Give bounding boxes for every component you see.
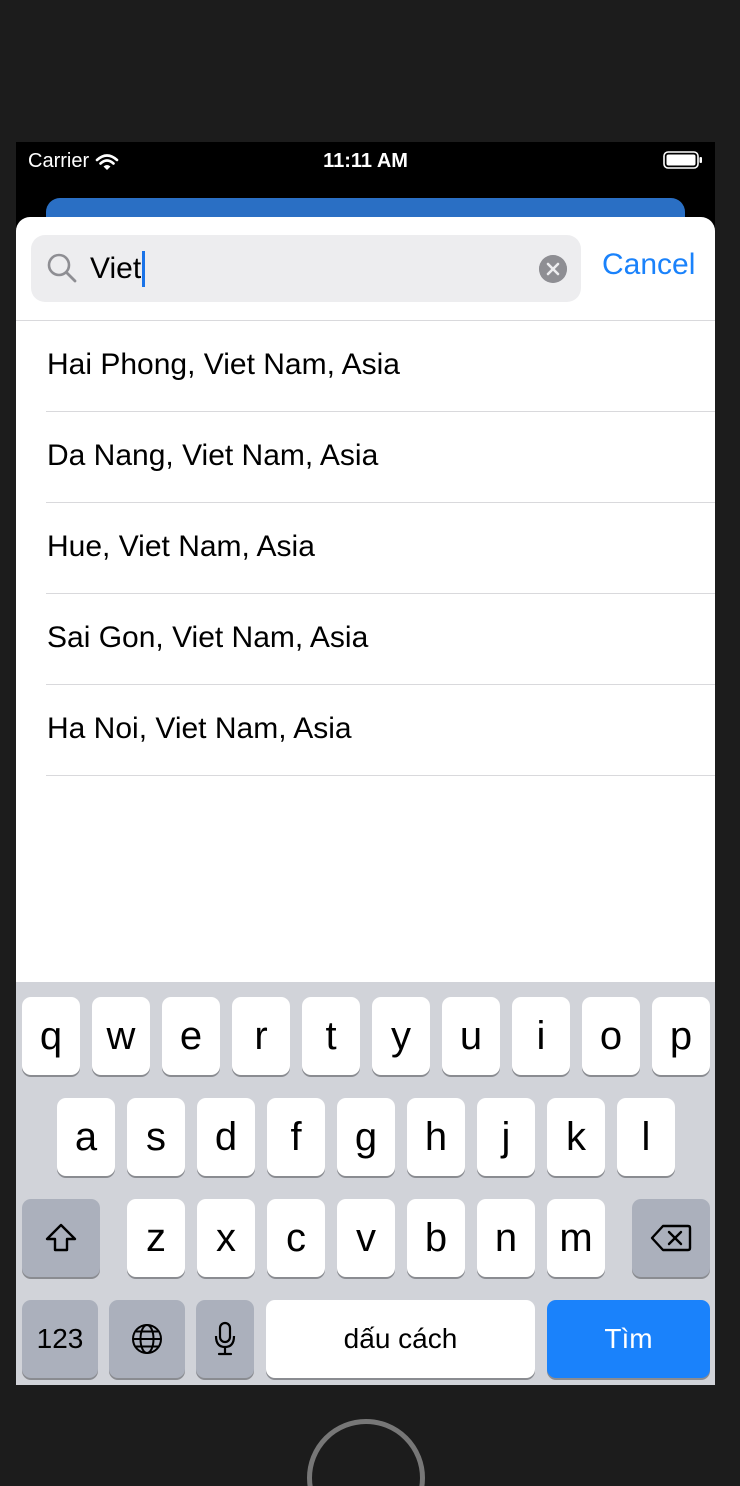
phone-screen: Carrier 11:11 AM Viet Cancel Hai Phong, …: [16, 142, 715, 1385]
key-h[interactable]: h: [407, 1098, 465, 1176]
backspace-icon: [650, 1224, 692, 1252]
result-item[interactable]: Hai Phong, Viet Nam, Asia: [16, 321, 715, 412]
key-y[interactable]: y: [372, 997, 430, 1075]
key-r[interactable]: r: [232, 997, 290, 1075]
results-list: Hai Phong, Viet Nam, Asia Da Nang, Viet …: [16, 321, 715, 776]
divider: [46, 775, 715, 776]
space-key[interactable]: dấu cách: [266, 1300, 535, 1378]
status-bar: Carrier 11:11 AM: [16, 142, 715, 180]
result-label: Hue, Viet Nam, Asia: [47, 530, 315, 563]
search-input[interactable]: Viet: [31, 235, 581, 302]
key-p[interactable]: p: [652, 997, 710, 1075]
key-f[interactable]: f: [267, 1098, 325, 1176]
key-a[interactable]: a: [57, 1098, 115, 1176]
home-button[interactable]: [307, 1419, 425, 1486]
key-s[interactable]: s: [127, 1098, 185, 1176]
key-m[interactable]: m: [547, 1199, 605, 1277]
microphone-icon: [214, 1321, 236, 1356]
result-item[interactable]: Sai Gon, Viet Nam, Asia: [16, 594, 715, 685]
battery-icon: [663, 151, 702, 169]
result-label: Ha Noi, Viet Nam, Asia: [47, 712, 352, 745]
clear-icon[interactable]: [539, 255, 567, 283]
shift-icon: [45, 1223, 77, 1252]
dictation-key[interactable]: [196, 1300, 254, 1378]
key-k[interactable]: k: [547, 1098, 605, 1176]
result-item[interactable]: Da Nang, Viet Nam, Asia: [16, 412, 715, 503]
search-sheet: Viet Cancel Hai Phong, Viet Nam, Asia Da…: [16, 217, 715, 1385]
result-label: Sai Gon, Viet Nam, Asia: [47, 621, 369, 654]
key-c[interactable]: c: [267, 1199, 325, 1277]
result-item[interactable]: Ha Noi, Viet Nam, Asia: [16, 685, 715, 776]
key-q[interactable]: q: [22, 997, 80, 1075]
search-key[interactable]: Tìm: [547, 1300, 710, 1378]
globe-icon: [132, 1324, 162, 1354]
key-l[interactable]: l: [617, 1098, 675, 1176]
key-o[interactable]: o: [582, 997, 640, 1075]
key-n[interactable]: n: [477, 1199, 535, 1277]
result-label: Hai Phong, Viet Nam, Asia: [47, 348, 400, 381]
result-item[interactable]: Hue, Viet Nam, Asia: [16, 503, 715, 594]
numbers-key[interactable]: 123: [22, 1300, 98, 1378]
key-z[interactable]: z: [127, 1199, 185, 1277]
shift-key[interactable]: [22, 1199, 100, 1277]
search-query-text: Viet: [90, 252, 142, 285]
delete-key[interactable]: [632, 1199, 710, 1277]
text-cursor: [142, 251, 146, 287]
globe-key[interactable]: [109, 1300, 185, 1378]
search-query: Viet: [90, 251, 146, 287]
result-label: Da Nang, Viet Nam, Asia: [47, 439, 379, 472]
key-v[interactable]: v: [337, 1199, 395, 1277]
key-w[interactable]: w: [92, 997, 150, 1075]
key-e[interactable]: e: [162, 997, 220, 1075]
key-u[interactable]: u: [442, 997, 500, 1075]
key-j[interactable]: j: [477, 1098, 535, 1176]
cancel-button[interactable]: Cancel: [602, 248, 695, 282]
key-d[interactable]: d: [197, 1098, 255, 1176]
key-i[interactable]: i: [512, 997, 570, 1075]
key-t[interactable]: t: [302, 997, 360, 1075]
key-g[interactable]: g: [337, 1098, 395, 1176]
key-x[interactable]: x: [197, 1199, 255, 1277]
search-bar: Viet Cancel: [16, 217, 715, 321]
key-b[interactable]: b: [407, 1199, 465, 1277]
status-time: 11:11 AM: [323, 150, 408, 172]
keyboard: q w e r t y u i o p a s d f g h j k l z …: [16, 982, 715, 1385]
search-icon: [47, 253, 77, 283]
